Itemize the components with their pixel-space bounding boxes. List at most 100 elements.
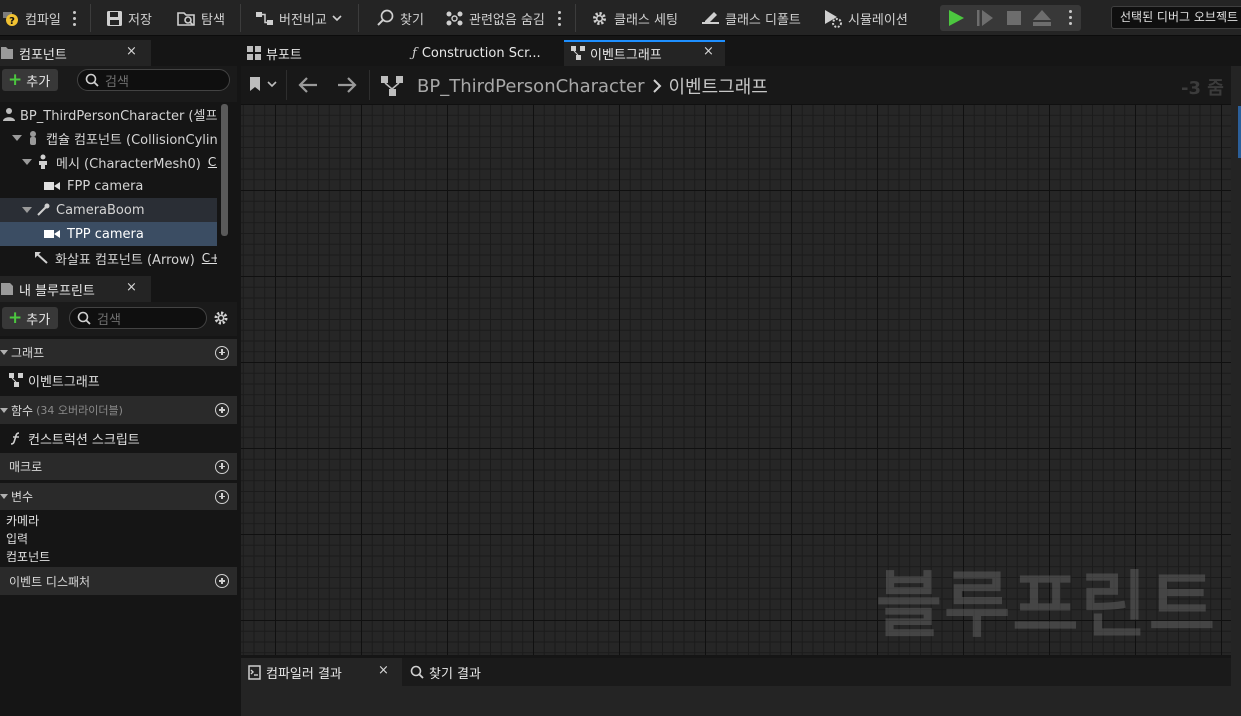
tree-item-fpp-camera[interactable]: FPP camera — [0, 174, 217, 198]
variable-category-camera[interactable]: 카메라 — [0, 511, 237, 529]
forward-arrow-icon[interactable] — [337, 77, 357, 93]
event-graph-label: 이벤트그래프 — [28, 374, 100, 390]
expand-arrow-icon — [22, 159, 32, 165]
gear-icon[interactable] — [212, 309, 230, 327]
section-title: 함수 — [11, 403, 34, 418]
cpp-badge[interactable]: C++ — [202, 251, 217, 265]
expand-arrow-icon — [22, 207, 32, 213]
construction-script-label: 컨스트럭션 스크립트 — [28, 432, 140, 448]
tab-find-results[interactable]: 찾기 결과 — [410, 659, 481, 685]
category-label: 카메라 — [6, 513, 40, 528]
tree-item-tpp-camera[interactable]: TPP camera — [0, 222, 217, 246]
event-dispatchers-section-header[interactable]: 이벤트 디스패처 — [0, 567, 237, 595]
arrow-icon — [34, 251, 49, 265]
event-graph-item[interactable]: 이벤트그래프 — [0, 368, 237, 392]
add-macro-icon[interactable] — [215, 459, 229, 474]
search-placeholder: 검색 — [97, 312, 121, 328]
components-toolbar: + 추가 검색 — [0, 66, 237, 102]
bookmark-button[interactable] — [249, 76, 277, 92]
add-variable-icon[interactable] — [215, 489, 229, 504]
graphs-section-header[interactable]: 그래프 — [0, 339, 237, 366]
save-button[interactable]: 저장 — [106, 0, 152, 36]
simulation-button[interactable]: 시뮬레이션 — [823, 0, 908, 36]
add-component-button[interactable]: + 추가 — [2, 69, 59, 91]
components-tab[interactable]: 컴포넌트 × — [0, 40, 151, 66]
debug-object-select[interactable]: 선택된 디버그 오브젝트 — [1111, 6, 1241, 29]
cpp-badge[interactable]: C++ — [208, 155, 217, 169]
simulation-icon — [823, 9, 843, 28]
add-member-label: 추가 — [26, 312, 51, 328]
play-icon[interactable] — [948, 9, 965, 27]
class-settings-button[interactable]: 클래스 세팅 — [590, 0, 678, 36]
bottom-tab-bar: 컴파일러 결과 × 찾기 결과 — [241, 658, 1231, 686]
find-button[interactable]: 찾기 — [376, 0, 424, 36]
browse-button[interactable]: 탐색 — [177, 0, 225, 36]
breadcrumb-current[interactable]: 이벤트그래프 — [668, 73, 767, 99]
find-icon — [376, 9, 395, 27]
add-dispatcher-icon[interactable] — [215, 574, 229, 588]
add-function-icon[interactable] — [215, 403, 229, 417]
chevron-down-icon — [267, 79, 277, 89]
viewport-tab-icon — [247, 46, 261, 60]
hide-unrelated-options-icon[interactable] — [556, 11, 562, 27]
close-icon[interactable]: × — [126, 44, 137, 59]
add-graph-icon[interactable] — [215, 345, 229, 360]
chevron-right-icon — [652, 79, 662, 93]
my-blueprint-tab[interactable]: 내 블루프린트 × — [0, 276, 151, 302]
component-tree-scrollbar[interactable] — [221, 104, 228, 236]
compile-options-icon[interactable] — [71, 11, 77, 27]
hide-unrelated-label: 관련없음 숨김 — [469, 12, 545, 28]
browse-icon — [177, 10, 196, 27]
browse-label: 탐색 — [201, 12, 225, 28]
variables-section-header[interactable]: 변수 — [0, 483, 237, 510]
diff-button[interactable]: 버전비교 — [255, 0, 342, 36]
stop-icon[interactable] — [1006, 10, 1022, 26]
tree-item-self[interactable]: BP_ThirdPersonCharacter (셀프) — [0, 102, 217, 126]
breadcrumb: BP_ThirdPersonCharacter 이벤트그래프 — [381, 73, 768, 99]
tab-label: Construction Scr... — [421, 45, 541, 61]
hide-unrelated-button[interactable]: 관련없음 숨김 — [445, 0, 545, 36]
graph-watermark: 블루프린트 — [875, 563, 1217, 647]
tab-event-graph[interactable]: 이벤트그래프 × — [564, 40, 725, 66]
step-icon[interactable] — [976, 9, 994, 27]
tab-label: 찾기 결과 — [429, 666, 481, 682]
class-defaults-button[interactable]: 클래스 디폴트 — [701, 0, 801, 36]
main-toolbar: ? 컴파일 저장 탐색 버전비교 찾기 관련없음 숨김 클래스 세팅 클래스 디… — [0, 0, 1241, 36]
tab-label: 뷰포트 — [266, 47, 302, 63]
components-search-input[interactable]: 검색 — [77, 69, 230, 91]
skeletal-mesh-icon — [36, 154, 50, 170]
tab-label: 컴파일러 결과 — [266, 666, 342, 682]
event-graph-canvas[interactable]: 블루프린트 — [241, 104, 1231, 655]
my-blueprint-search-input[interactable]: 검색 — [69, 307, 207, 329]
variable-category-input[interactable]: 입력 — [0, 529, 237, 547]
tree-item-label: CameraBoom — [56, 202, 145, 218]
tab-construction-script[interactable]: ƒ Construction Scr... — [412, 40, 541, 66]
find-label: 찾기 — [400, 12, 424, 28]
play-options-icon[interactable] — [1067, 10, 1073, 26]
close-icon[interactable]: × — [126, 280, 137, 295]
eject-icon[interactable] — [1032, 9, 1052, 27]
tab-compiler-results[interactable]: 컴파일러 결과 × — [241, 658, 402, 686]
tree-item-camera-boom[interactable]: CameraBoom — [0, 198, 217, 222]
diff-icon — [255, 10, 274, 27]
variable-category-components[interactable]: 컴포넌트 — [0, 547, 237, 565]
capsule-icon — [26, 130, 40, 146]
tab-viewport[interactable]: 뷰포트 — [247, 40, 302, 66]
add-member-button[interactable]: + 추가 — [2, 307, 59, 329]
tree-item-mesh[interactable]: 메시 (CharacterMesh0) C++ — [0, 150, 217, 174]
close-icon[interactable]: × — [378, 663, 389, 678]
camera-icon — [44, 180, 60, 192]
breadcrumb-root[interactable]: BP_ThirdPersonCharacter — [417, 76, 644, 97]
add-component-label: 추가 — [26, 74, 51, 90]
macros-section-header[interactable]: 매크로 — [0, 453, 237, 480]
tree-item-capsule[interactable]: 캡슐 컴포넌트 (CollisionCylinder) — [0, 126, 217, 150]
functions-section-header[interactable]: 함수 (34 오버라이더블) — [0, 396, 237, 424]
close-icon[interactable]: × — [703, 44, 714, 59]
compile-button[interactable]: ? 컴파일 — [2, 0, 61, 36]
tree-item-arrow[interactable]: 화살표 컴포넌트 (Arrow) C++ — [0, 246, 217, 270]
tree-item-label: 메시 (CharacterMesh0) — [56, 156, 201, 172]
tree-item-label: FPP camera — [67, 178, 144, 194]
back-arrow-icon[interactable] — [298, 77, 318, 93]
construction-script-item[interactable]: 컨스트럭션 스크립트 — [0, 426, 237, 450]
section-title: 그래프 — [11, 346, 45, 360]
